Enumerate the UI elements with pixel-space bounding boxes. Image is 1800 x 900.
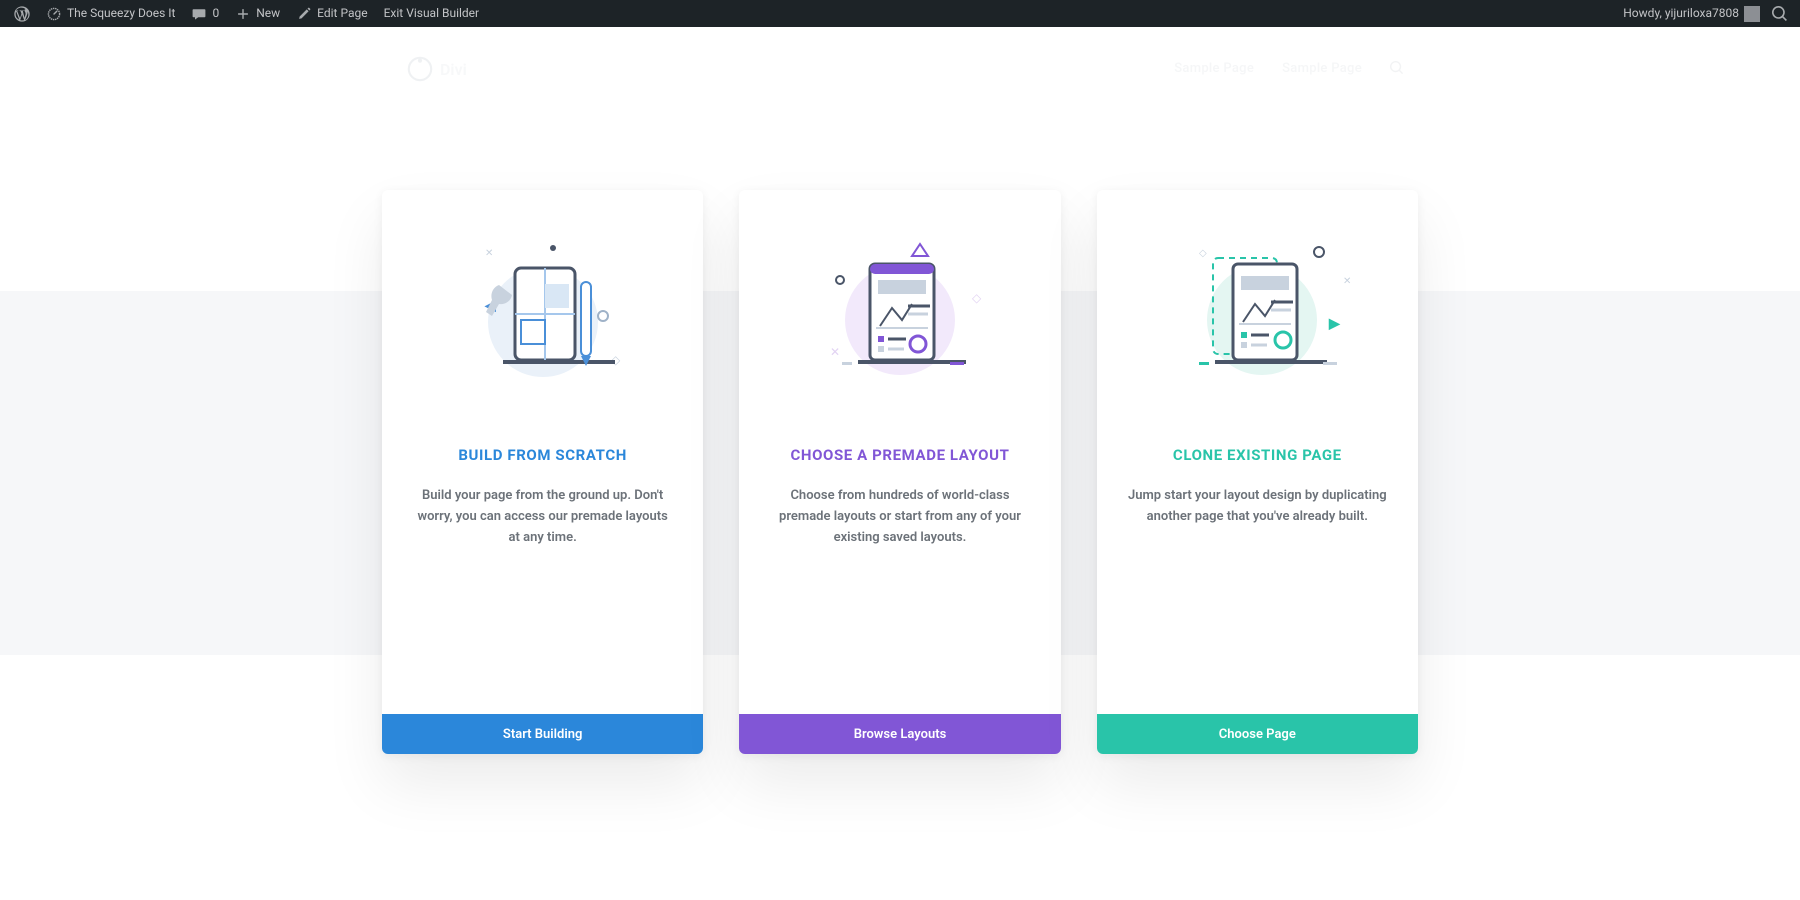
wp-logo-menu[interactable] <box>6 0 38 27</box>
dashboard-icon <box>46 6 62 22</box>
svg-text:✕: ✕ <box>830 345 840 359</box>
svg-text:✕: ✕ <box>1343 276 1351 287</box>
card-title: CHOOSE A PREMADE LAYOUT <box>765 446 1034 464</box>
search-toggle[interactable] <box>1768 0 1792 27</box>
choose-page-button[interactable]: Choose Page <box>1097 714 1418 754</box>
nav-search-icon <box>1390 61 1404 79</box>
site-nav-faded: Sample Page Sample Page <box>1174 61 1404 79</box>
site-logo-faded: Divi <box>406 55 467 83</box>
build-from-scratch-card[interactable]: ◀ ✕ ◇ <box>382 190 703 754</box>
wordpress-icon <box>14 6 30 22</box>
build-illustration: ◀ ✕ ◇ <box>408 230 677 410</box>
admin-bar-right: Howdy, yijuriloxa7808 <box>1615 0 1792 27</box>
new-label: New <box>256 0 280 27</box>
browse-layouts-button[interactable]: Browse Layouts <box>739 714 1060 754</box>
choose-premade-card[interactable]: ◇ ✕ <box>739 190 1060 754</box>
start-building-button[interactable]: Start Building <box>382 714 703 754</box>
plus-icon <box>235 6 251 22</box>
edit-page-link[interactable]: Edit Page <box>288 0 375 27</box>
comments-menu[interactable]: 0 <box>183 0 227 27</box>
card-body: ◇ ✕ ▶ <box>1097 190 1418 714</box>
nav-item: Sample Page <box>1174 61 1254 79</box>
edit-page-label: Edit Page <box>317 0 367 27</box>
comments-icon <box>191 6 207 22</box>
svg-text:◇: ◇ <box>1199 248 1207 259</box>
exit-visual-builder-link[interactable]: Exit Visual Builder <box>376 0 488 27</box>
svg-text:✕: ✕ <box>485 248 493 259</box>
card-body: ◀ ✕ ◇ <box>382 190 703 714</box>
new-content-menu[interactable]: New <box>227 0 288 27</box>
clone-page-card[interactable]: ◇ ✕ ▶ <box>1097 190 1418 754</box>
site-title-label: The Squeezy Does It <box>67 0 175 27</box>
admin-bar-left: The Squeezy Does It 0 New Edit Page Exit… <box>6 0 487 27</box>
search-icon <box>1772 6 1788 22</box>
clone-illustration: ◇ ✕ ▶ <box>1123 230 1392 410</box>
page-creation-modal: ◀ ✕ ◇ <box>382 190 1418 754</box>
card-title: CLONE EXISTING PAGE <box>1123 446 1392 464</box>
premade-illustration: ◇ ✕ <box>765 230 1034 410</box>
card-desc: Build your page from the ground up. Don'… <box>413 486 673 548</box>
nav-item: Sample Page <box>1282 61 1362 79</box>
avatar <box>1744 6 1760 22</box>
svg-text:◇: ◇ <box>972 291 982 305</box>
exit-vb-label: Exit Visual Builder <box>384 0 480 27</box>
card-desc: Jump start your layout design by duplica… <box>1127 486 1387 528</box>
card-desc: Choose from hundreds of world-class prem… <box>770 486 1030 548</box>
account-menu[interactable]: Howdy, yijuriloxa7808 <box>1615 0 1768 27</box>
svg-text:▶: ▶ <box>1328 316 1341 332</box>
site-name-menu[interactable]: The Squeezy Does It <box>38 0 183 27</box>
wp-admin-bar: The Squeezy Does It 0 New Edit Page Exit… <box>0 0 1800 27</box>
pencil-icon <box>296 6 312 22</box>
card-body: ◇ ✕ <box>739 190 1060 714</box>
comments-count-label: 0 <box>212 0 219 27</box>
card-title: BUILD FROM SCRATCH <box>408 446 677 464</box>
howdy-label: Howdy, yijuriloxa7808 <box>1623 0 1739 27</box>
